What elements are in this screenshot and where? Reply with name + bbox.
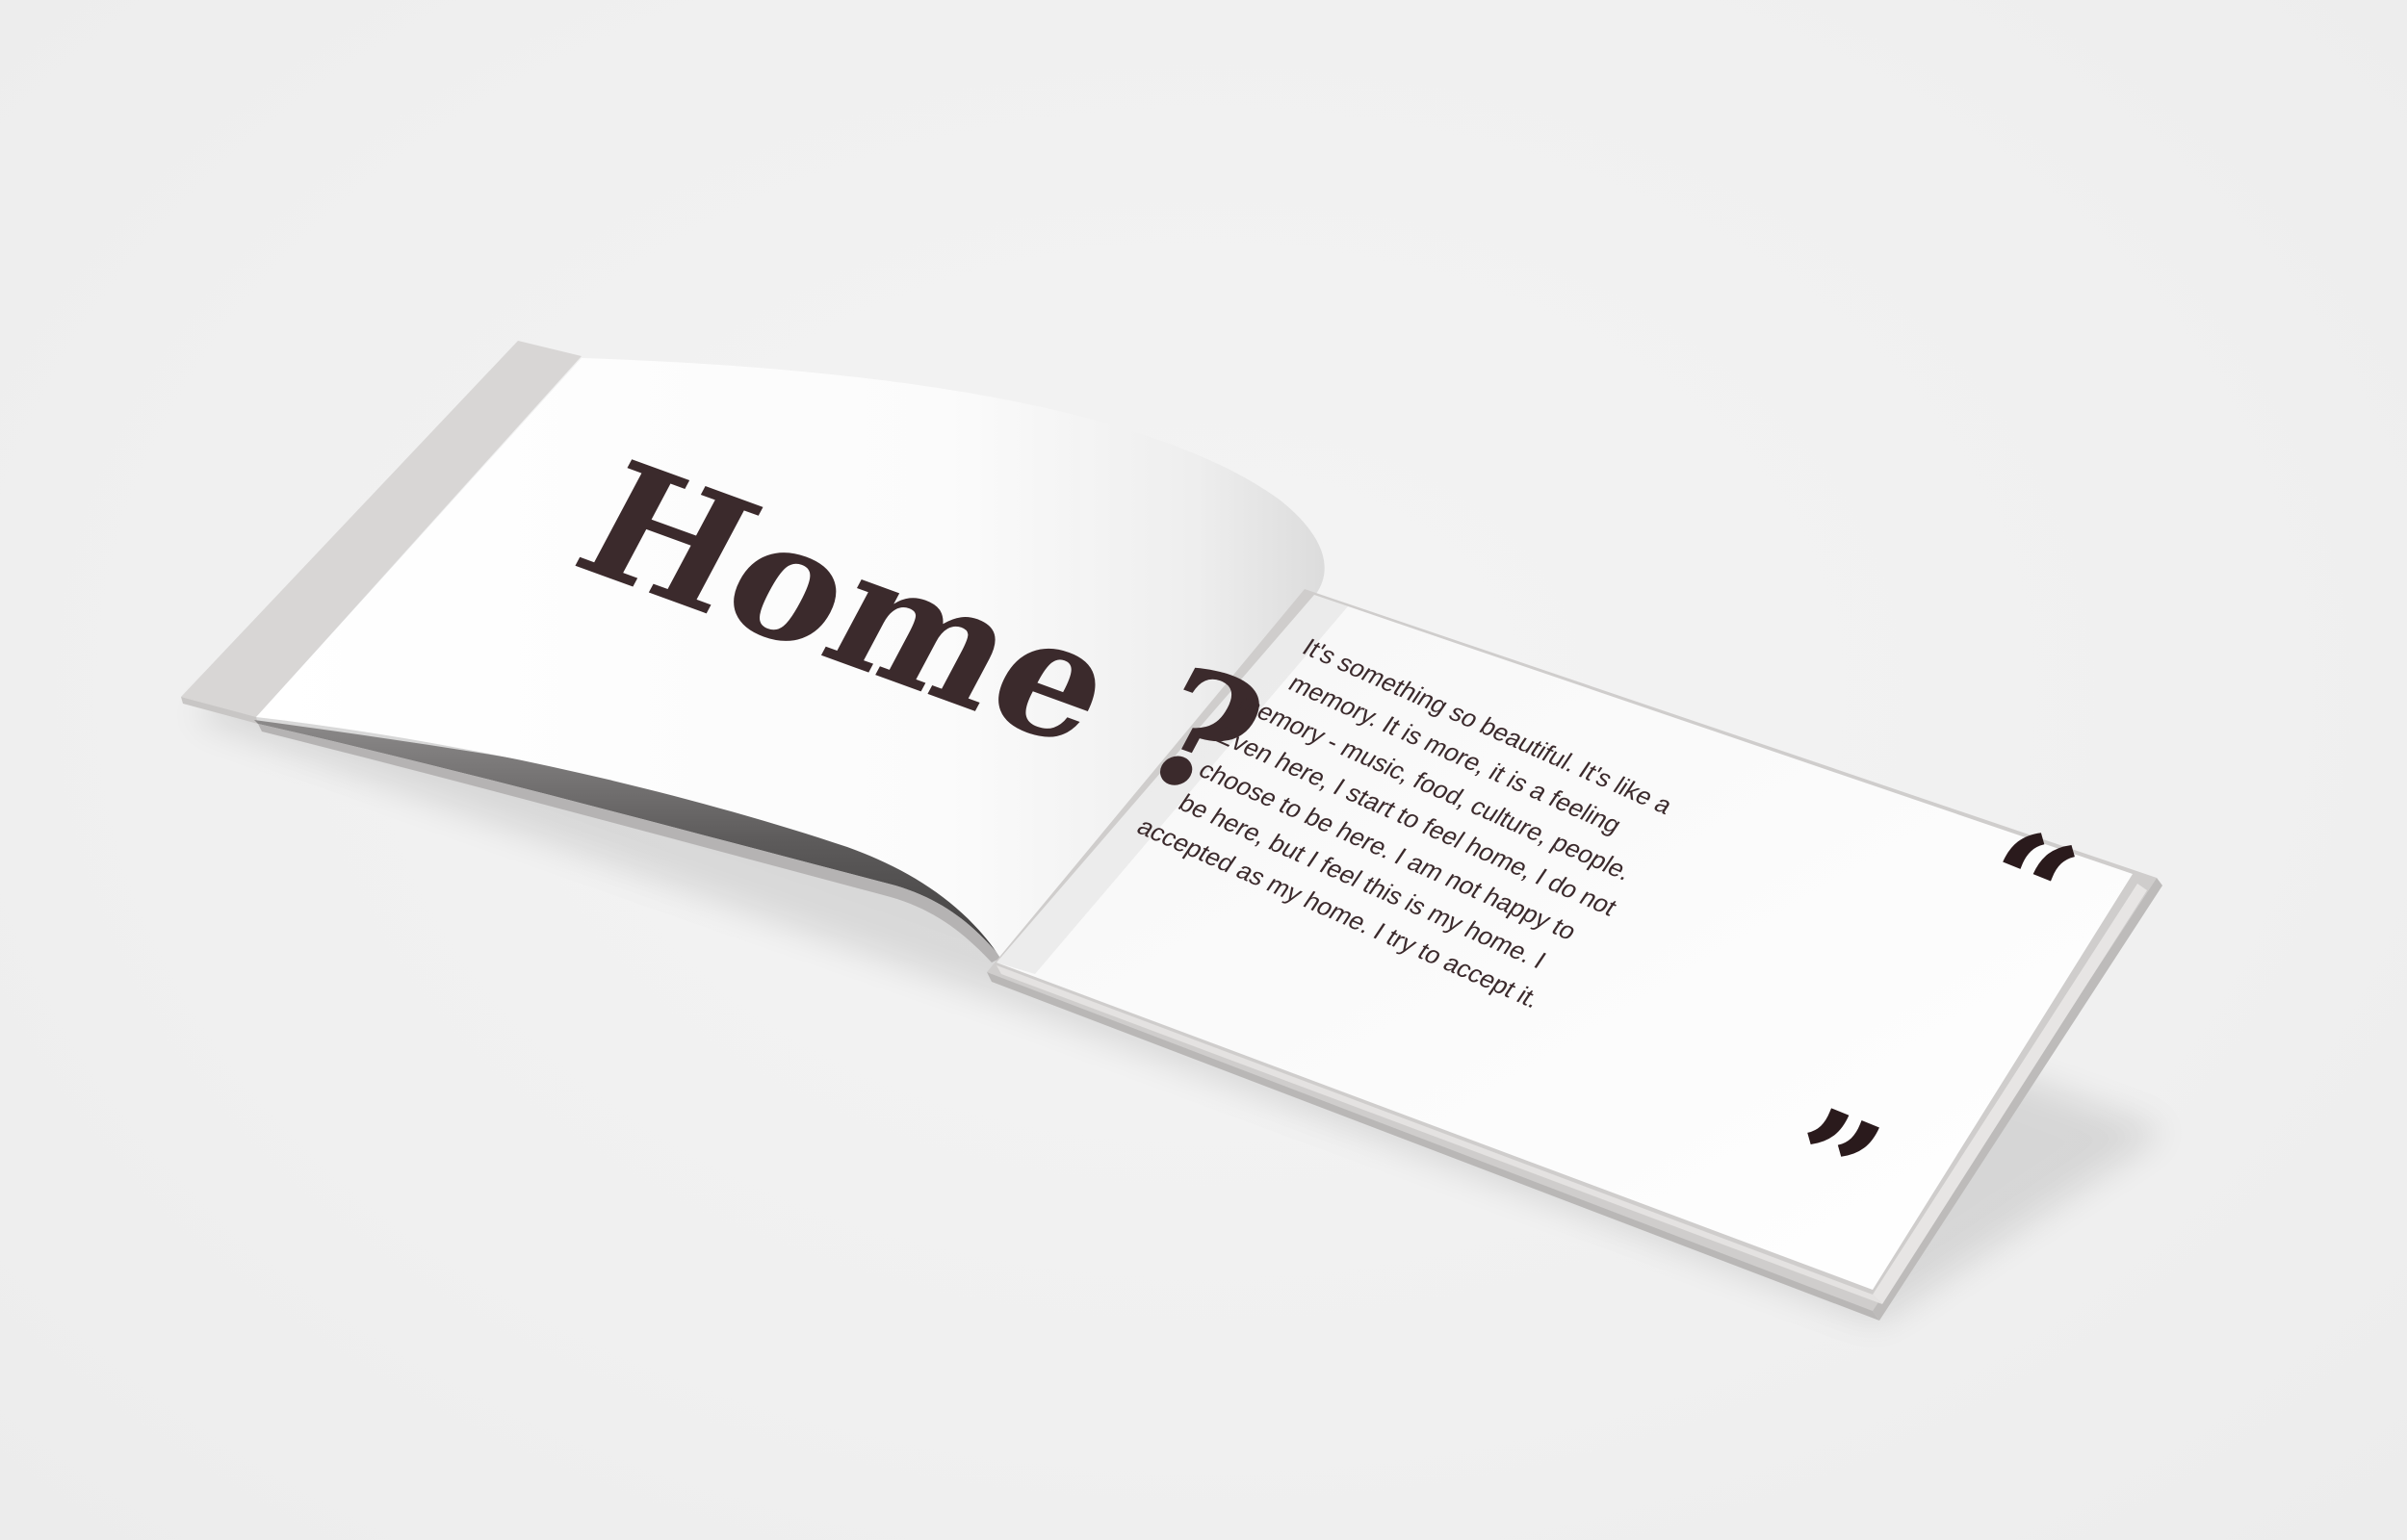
mockup-scene: Home ? It's something so beautiful. It's… [0, 0, 2407, 1540]
open-book: Home ? It's something so beautiful. It's… [181, 341, 2166, 1323]
